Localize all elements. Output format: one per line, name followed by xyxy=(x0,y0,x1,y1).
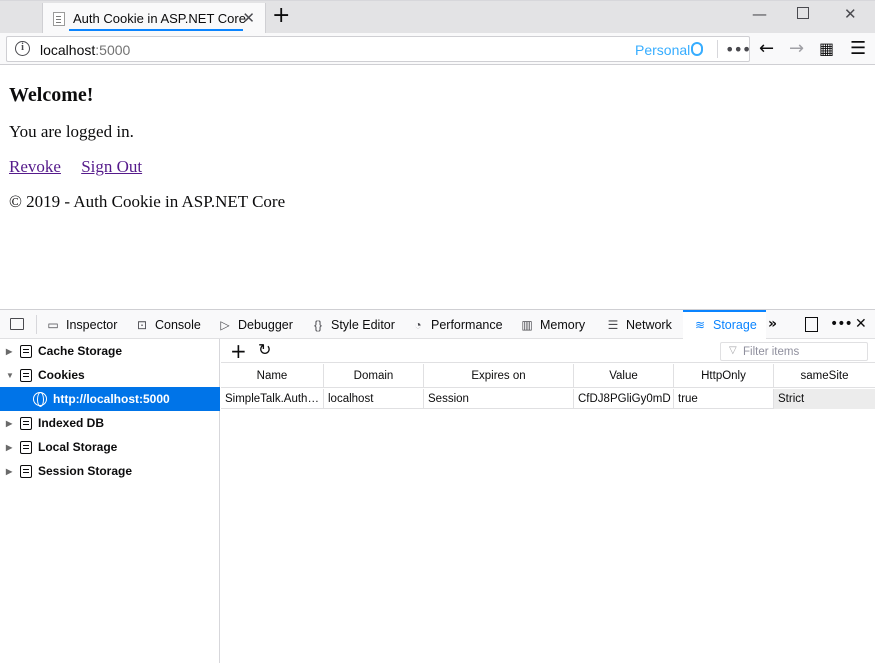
storage-icon: ≋ xyxy=(694,317,706,332)
column-header-value[interactable]: Value xyxy=(574,364,674,388)
fingerprint-icon[interactable] xyxy=(691,42,703,56)
filter-icon: ▽ xyxy=(729,345,737,356)
console-icon: ⊡ xyxy=(136,317,148,332)
column-header-httponly[interactable]: HttpOnly xyxy=(674,364,774,388)
devtools-menu-icon[interactable]: ••• xyxy=(830,316,853,332)
sidebar-item-cookies[interactable]: ▼ Cookies xyxy=(0,363,220,387)
memory-icon: ▥ xyxy=(521,317,533,332)
new-tab-button[interactable]: + xyxy=(272,4,290,28)
minimize-icon[interactable]: — xyxy=(752,5,767,23)
sign-out-link[interactable]: Sign Out xyxy=(81,157,142,176)
tab-title: Auth Cookie in ASP.NET Core xyxy=(73,11,246,26)
url-bar[interactable]: i localhost:5000 Personal ••• xyxy=(6,36,751,62)
storage-icon xyxy=(20,368,32,382)
cell-expires[interactable]: Session xyxy=(424,389,574,409)
storage-toolbar: + ↻ ▽ xyxy=(221,339,875,363)
devtools-panel: ▭ Inspector ⊡ Console ▷ Debugger {} Style Ed… xyxy=(0,309,875,663)
url-separator xyxy=(717,40,718,58)
sidebar-item-session-storage[interactable]: ▶ Session Storage xyxy=(0,459,220,483)
storage-table-panel: + ↻ ▽ Name Domain Expires on Value HttpO… xyxy=(221,339,875,663)
page-footer: © 2019 - Auth Cookie in ASP.NET Core xyxy=(9,192,286,211)
page-content: Welcome! You are logged in. Revoke Sign … xyxy=(0,66,875,309)
cell-domain[interactable]: localhost xyxy=(324,389,424,409)
expand-arrow-icon[interactable]: ▶ xyxy=(6,347,16,356)
collapse-arrow-icon[interactable]: ▼ xyxy=(6,371,16,380)
storage-icon xyxy=(20,344,32,358)
network-icon: ☰ xyxy=(607,317,619,332)
globe-icon xyxy=(33,392,47,407)
cell-httponly[interactable]: true xyxy=(674,389,774,409)
sidebar-item-indexed-db[interactable]: ▶ Indexed DB xyxy=(0,411,220,435)
column-header-domain[interactable]: Domain xyxy=(324,364,424,388)
window-close-icon[interactable]: ✕ xyxy=(844,5,857,23)
refresh-icon[interactable]: ↻ xyxy=(258,340,271,359)
back-arrow-icon[interactable]: ← xyxy=(759,38,774,59)
tab-console[interactable]: ⊡ Console xyxy=(135,310,201,339)
table-header: Name Domain Expires on Value HttpOnly sa… xyxy=(221,364,875,388)
page-icon xyxy=(53,12,65,26)
menu-icon[interactable]: ☰ xyxy=(850,38,866,59)
storage-sidebar: ▶ Cache Storage ▼ Cookies http://localho… xyxy=(0,339,220,663)
nav-bar: i localhost:5000 Personal ••• ← → ▦ ☰ xyxy=(0,33,875,65)
expand-arrow-icon[interactable]: ▶ xyxy=(6,419,16,428)
style-editor-icon: {} xyxy=(313,317,322,332)
cell-samesite[interactable]: Strict xyxy=(774,389,875,409)
tab-strip: Auth Cookie in ASP.NET Core ✕ + — ✕ xyxy=(0,0,875,34)
sidebar-item-localhost-cookies[interactable]: http://localhost:5000 xyxy=(0,387,220,411)
devtools-toolbar: ▭ Inspector ⊡ Console ▷ Debugger {} Style Ed… xyxy=(0,310,875,339)
storage-icon xyxy=(20,440,32,454)
tab-inspector[interactable]: ▭ Inspector xyxy=(46,310,117,339)
column-header-expires[interactable]: Expires on xyxy=(424,364,574,388)
close-tab-icon[interactable]: ✕ xyxy=(242,9,255,27)
close-devtools-icon[interactable]: ✕ xyxy=(855,316,867,332)
filter-box[interactable]: ▽ xyxy=(720,342,868,361)
url-text[interactable]: localhost:5000 xyxy=(40,42,130,58)
performance-icon: ◔ xyxy=(414,317,422,332)
tab-performance[interactable]: ◔ Performance xyxy=(411,310,502,339)
storage-icon xyxy=(20,416,32,430)
revoke-link[interactable]: Revoke xyxy=(9,157,61,176)
table-row[interactable]: SimpleTalk.AuthCookie localhost Session … xyxy=(221,389,875,409)
info-icon[interactable]: i xyxy=(15,41,30,56)
browser-tab[interactable]: Auth Cookie in ASP.NET Core ✕ xyxy=(42,3,266,34)
debugger-icon: ▷ xyxy=(220,317,230,332)
tab-network[interactable]: ☰ Network xyxy=(606,310,672,339)
inspector-icon: ▭ xyxy=(47,317,59,332)
toolbar-divider xyxy=(36,315,37,334)
container-label[interactable]: Personal xyxy=(635,42,690,58)
library-icon[interactable]: ▦ xyxy=(819,39,834,58)
page-actions-icon[interactable]: ••• xyxy=(725,40,751,59)
add-item-icon[interactable]: + xyxy=(230,339,247,363)
column-header-samesite[interactable]: sameSite xyxy=(774,364,875,388)
filter-input[interactable] xyxy=(743,344,863,359)
forward-arrow-icon[interactable]: → xyxy=(789,38,804,59)
tab-memory[interactable]: ▥ Memory xyxy=(520,310,585,339)
maximize-icon[interactable] xyxy=(797,7,809,19)
expand-arrow-icon[interactable]: ▶ xyxy=(6,443,16,452)
tab-storage[interactable]: ≋ Storage xyxy=(683,310,766,339)
element-picker-icon[interactable] xyxy=(10,318,24,330)
sidebar-item-cache-storage[interactable]: ▶ Cache Storage xyxy=(0,339,220,363)
expand-arrow-icon[interactable]: ▶ xyxy=(6,467,16,476)
column-header-name[interactable]: Name xyxy=(221,364,324,388)
cell-value[interactable]: CfDJ8PGliGy0mD xyxy=(574,389,674,409)
tab-style-editor[interactable]: {} Style Editor xyxy=(311,310,395,339)
page-heading: Welcome! xyxy=(9,84,94,106)
action-links: Revoke Sign Out xyxy=(9,157,158,177)
tab-loading-line xyxy=(69,29,243,31)
sidebar-item-local-storage[interactable]: ▶ Local Storage xyxy=(0,435,220,459)
cell-name[interactable]: SimpleTalk.AuthCookie xyxy=(221,389,324,409)
storage-icon xyxy=(20,464,32,478)
more-tabs-icon[interactable]: » xyxy=(768,316,777,332)
dock-icon[interactable] xyxy=(805,317,818,332)
tab-debugger[interactable]: ▷ Debugger xyxy=(218,310,293,339)
status-message: You are logged in. xyxy=(9,122,134,141)
